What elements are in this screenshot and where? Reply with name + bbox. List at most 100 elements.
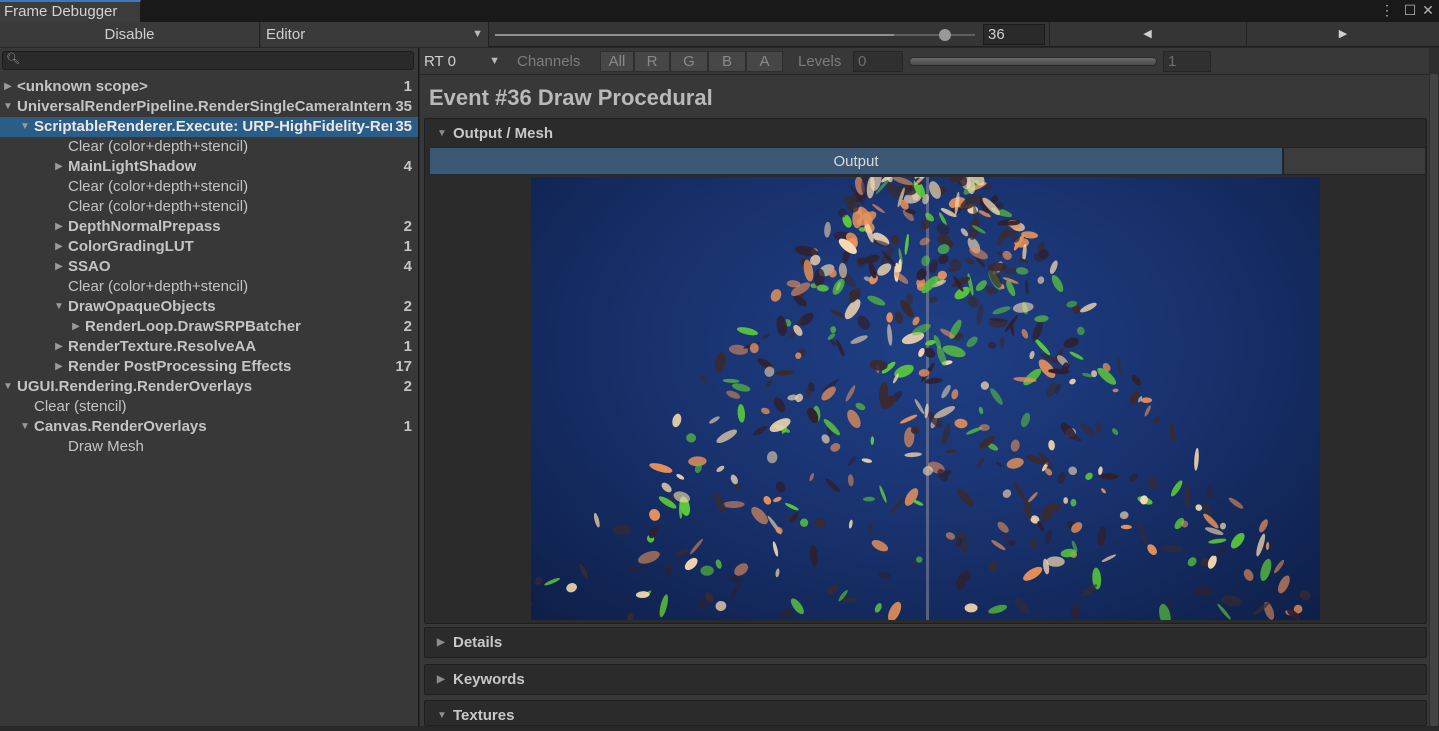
channel-b-button[interactable]: B	[708, 51, 746, 72]
swarm-creature	[700, 565, 714, 576]
expand-triangle-down-icon[interactable]: ▼	[2, 377, 14, 397]
channel-r-button[interactable]: R	[634, 51, 670, 72]
render-target-dropdown[interactable]: RT 0 ▼	[420, 49, 506, 74]
tree-row[interactable]: ▼ UGUI.Rendering.RenderOverlays 2	[0, 377, 418, 397]
expand-triangle-right-icon[interactable]: ▶	[53, 237, 65, 257]
expand-triangle-right-icon[interactable]: ▶	[2, 77, 14, 97]
swarm-creature	[773, 496, 782, 503]
swarm-creature	[1080, 302, 1097, 313]
swarm-creature	[1230, 532, 1245, 549]
swarm-creature	[912, 499, 924, 506]
tree-row[interactable]: ▼ ScriptableRenderer.Execute: URP-HighFid…	[0, 117, 418, 137]
swarm-creature	[1147, 477, 1159, 489]
swarm-creature	[1219, 522, 1227, 530]
target-dropdown[interactable]: Editor ▼	[261, 22, 489, 47]
channel-all-button[interactable]: All	[600, 51, 634, 72]
tree-row[interactable]: ▼ DrawOpaqueObjects 2	[0, 297, 418, 317]
tree-row[interactable]: ▼ UniversalRenderPipeline.RenderSingleCam…	[0, 97, 418, 117]
expand-triangle-down-icon[interactable]: ▼	[2, 97, 14, 117]
textures-header[interactable]: ▼ Textures	[425, 701, 1426, 731]
tree-row[interactable]: ▶ Render PostProcessing Effects 17	[0, 357, 418, 377]
expand-triangle-right-icon[interactable]: ▶	[53, 217, 65, 237]
swarm-creature	[912, 316, 920, 326]
tree-row[interactable]: Clear (color+depth+stencil)	[0, 277, 418, 297]
swarm-creature	[1160, 544, 1183, 553]
tree-row[interactable]: ▶ RenderTexture.ResolveAA 1	[0, 337, 418, 357]
expand-triangle-right-icon[interactable]: ▶	[53, 157, 65, 177]
swarm-creature	[1260, 558, 1272, 582]
swarm-creature	[709, 416, 720, 424]
event-index-field[interactable]: 36	[983, 24, 1045, 45]
swarm-creature	[1265, 541, 1270, 551]
swarm-creature	[945, 532, 956, 540]
levels-range-slider[interactable]	[909, 57, 1157, 66]
details-scrollbar-thumb[interactable]	[1430, 74, 1438, 726]
tree-row-count: 17	[395, 358, 412, 375]
output-tab[interactable]: Output	[429, 147, 1283, 175]
swarm-creature	[774, 370, 794, 376]
swarm-creature	[737, 404, 746, 423]
channel-a-button[interactable]: A	[746, 51, 783, 72]
expand-triangle-right-icon[interactable]: ▶	[53, 357, 65, 377]
expand-triangle-right-icon[interactable]: ▶	[70, 317, 82, 337]
tree-row[interactable]: ▶ DepthNormalPrepass 2	[0, 217, 418, 237]
expand-triangle-right-icon[interactable]: ▶	[53, 257, 65, 277]
levels-min-field[interactable]: 0	[853, 51, 903, 72]
details-header[interactable]: ▶ Details	[425, 628, 1426, 658]
levels-max-field[interactable]: 1	[1163, 51, 1211, 72]
tree-row[interactable]: ▶ SSAO 4	[0, 257, 418, 277]
search-input[interactable]	[2, 51, 414, 70]
expand-triangle-down-icon[interactable]: ▼	[19, 117, 31, 137]
swarm-creature	[751, 506, 768, 525]
swarm-creature	[836, 339, 845, 357]
mesh-tab[interactable]	[1283, 147, 1426, 175]
tree-row[interactable]: Draw Mesh	[0, 437, 418, 457]
previous-event-button[interactable]: ◀	[1049, 22, 1245, 47]
next-event-button[interactable]: ▶	[1246, 22, 1439, 47]
swarm-creature	[1194, 447, 1199, 471]
swarm-creature	[992, 306, 1011, 315]
expand-triangle-right-icon[interactable]: ▶	[53, 337, 65, 357]
swarm-creature	[997, 521, 1009, 533]
swarm-creature	[1051, 274, 1064, 293]
swarm-creature	[1119, 511, 1129, 520]
swarm-creature	[761, 407, 770, 415]
swarm-creature	[734, 483, 740, 491]
swarm-creature	[990, 388, 1003, 405]
window-tab-frame-debugger[interactable]: Frame Debugger	[0, 0, 141, 22]
tree-row[interactable]: Clear (color+depth+stencil)	[0, 177, 418, 197]
event-title: Event #36 Draw Procedural	[429, 85, 713, 110]
expand-triangle-down-icon[interactable]: ▼	[53, 297, 65, 317]
tree-row[interactable]: ▶ RenderLoop.DrawSRPBatcher 2	[0, 317, 418, 337]
swarm-creature	[722, 378, 740, 383]
tree-row[interactable]: Clear (stencil)	[0, 397, 418, 417]
swarm-creature	[722, 500, 745, 509]
swarm-creature	[919, 237, 930, 246]
expand-triangle-down-icon[interactable]: ▼	[19, 417, 31, 437]
tree-row[interactable]: ▶ <unknown scope> 1	[0, 77, 418, 97]
swarm-creature	[1259, 519, 1268, 533]
tree-row-label: ScriptableRenderer.Execute: URP-HighFide…	[34, 118, 392, 135]
swarm-creature	[924, 347, 936, 358]
swarm-creature	[887, 324, 893, 346]
tree-row[interactable]: ▶ MainLightShadow 4	[0, 157, 418, 177]
kebab-menu-icon[interactable]: ⋮	[1379, 1, 1395, 19]
swarm-creature	[1057, 472, 1066, 485]
swarm-creature	[916, 556, 923, 563]
keywords-header[interactable]: ▶ Keywords	[425, 665, 1426, 695]
event-slider-thumb[interactable]	[939, 29, 951, 41]
tree-row-label: MainLightShadow	[68, 158, 197, 175]
close-icon[interactable]: ✕	[1420, 1, 1436, 19]
swarm-creature	[1023, 368, 1042, 386]
tree-row[interactable]: ▶ ColorGradingLUT 1	[0, 237, 418, 257]
disable-button[interactable]: Disable	[0, 22, 260, 47]
tree-row-count: 1	[403, 238, 412, 255]
channel-g-button[interactable]: G	[670, 51, 708, 72]
output-mesh-header[interactable]: ▼ Output / Mesh	[425, 119, 1426, 149]
maximize-icon[interactable]: ☐	[1402, 1, 1418, 19]
tree-row[interactable]: ▼ Canvas.RenderOverlays 1	[0, 417, 418, 437]
swarm-creature	[1085, 472, 1093, 480]
tree-row[interactable]: Clear (color+depth+stencil)	[0, 137, 418, 157]
tree-row[interactable]: Clear (color+depth+stencil)	[0, 197, 418, 217]
swarm-creature	[1024, 279, 1029, 296]
